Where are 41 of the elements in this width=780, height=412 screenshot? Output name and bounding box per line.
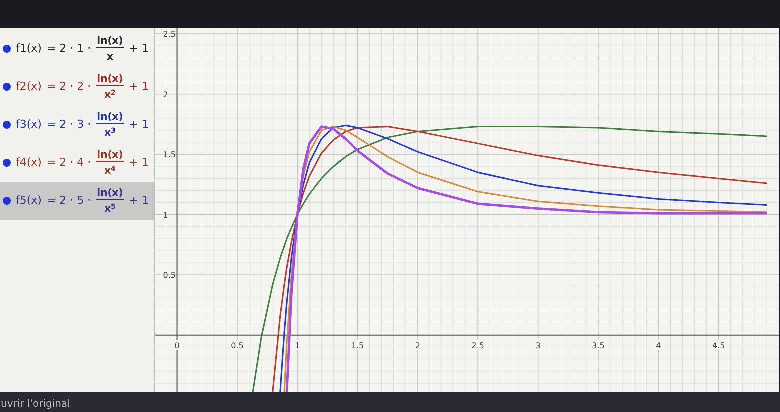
x-tick-label: 0.5 bbox=[231, 341, 244, 350]
fraction-numerator: ln(x) bbox=[96, 150, 124, 162]
y-tick-label: 2.5 bbox=[163, 30, 176, 40]
x-tick-label: 1.5 bbox=[351, 341, 364, 350]
function-constant: + 1 bbox=[129, 192, 150, 209]
y-tick-label: 1.5 bbox=[163, 150, 176, 160]
y-tick-label: 2 bbox=[163, 90, 168, 100]
x-tick-label: 0 bbox=[174, 341, 180, 350]
y-tick-label: 1 bbox=[163, 210, 168, 220]
open-original-link[interactable]: uvrir l'original bbox=[1, 398, 70, 412]
function-name: f4(x) bbox=[16, 154, 42, 171]
y-tick-label: 0.5 bbox=[163, 271, 176, 280]
function-constant: + 1 bbox=[129, 116, 150, 133]
fraction-denominator: x$^{4}$ bbox=[104, 164, 116, 176]
fraction-denominator: x$^{3}$ bbox=[104, 126, 116, 138]
function-expression: = 2 · 1 · bbox=[46, 40, 92, 57]
fraction-denominator: x$^{5}$ bbox=[104, 202, 116, 214]
function-expression: = 2 · 4 · bbox=[46, 154, 92, 171]
fraction-denominator: x bbox=[107, 50, 114, 62]
function-expression: = 2 · 5 · bbox=[46, 192, 92, 209]
function-expression: = 2 · 3 · bbox=[46, 116, 92, 133]
function-name: f2(x) bbox=[16, 78, 42, 95]
function-name: f3(x) bbox=[16, 116, 42, 133]
function-expression: = 2 · 2 · bbox=[46, 78, 92, 95]
x-tick-label: 1 bbox=[295, 341, 300, 350]
x-tick-label: 3.5 bbox=[592, 341, 605, 350]
function-constant: + 1 bbox=[129, 40, 150, 57]
fraction-numerator: ln(x) bbox=[96, 112, 124, 124]
fraction-numerator: ln(x) bbox=[96, 74, 124, 86]
x-tick-label: 4.5 bbox=[712, 341, 726, 350]
x-tick-label: 4 bbox=[656, 341, 662, 350]
x-tick-label: 2.5 bbox=[472, 341, 484, 350]
fraction-numerator: ln(x) bbox=[96, 36, 124, 48]
function-name: f1(x) bbox=[16, 40, 42, 57]
function-name: f5(x) bbox=[16, 192, 42, 209]
function-constant: + 1 bbox=[129, 154, 150, 171]
fraction-numerator: ln(x) bbox=[96, 188, 124, 200]
function-constant: + 1 bbox=[129, 78, 150, 95]
x-tick-label: 3 bbox=[536, 341, 541, 350]
x-tick-label: 2 bbox=[415, 341, 420, 350]
fraction-denominator: x$^{2}$ bbox=[104, 88, 116, 100]
